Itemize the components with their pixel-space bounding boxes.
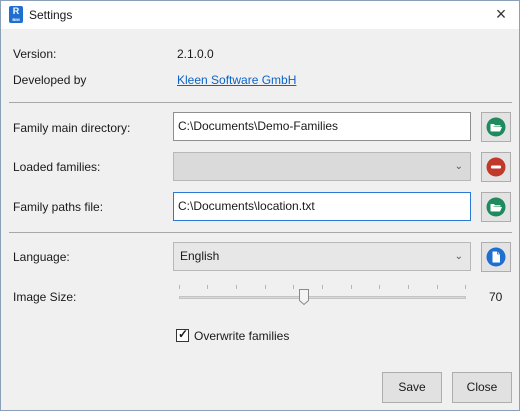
- document-icon: [486, 247, 506, 267]
- separator: [9, 232, 512, 233]
- slider-tick: [322, 285, 323, 289]
- title-bar: R BIM Settings ×: [1, 1, 519, 29]
- developer-link[interactable]: Kleen Software GmbH: [177, 73, 296, 87]
- slider-thumb[interactable]: [299, 289, 309, 305]
- slider-tick: [236, 285, 237, 289]
- image-size-label: Image Size:: [13, 290, 77, 304]
- language-value: English: [180, 249, 220, 263]
- app-icon-letter: R: [12, 6, 20, 16]
- loaded-families-label: Loaded families:: [13, 160, 101, 174]
- chevron-down-icon: ⌄: [454, 161, 463, 172]
- version-label: Version:: [13, 47, 57, 61]
- slider-tick: [379, 285, 380, 289]
- app-icon: R BIM: [9, 6, 23, 23]
- slider-tick: [207, 285, 208, 289]
- remove-family-button[interactable]: [481, 152, 511, 182]
- folder-open-icon: [486, 197, 506, 217]
- slider-tick: [179, 285, 180, 289]
- app-icon-sub: BIM: [12, 17, 20, 22]
- separator: [9, 102, 512, 103]
- close-icon[interactable]: ×: [492, 5, 510, 23]
- overwrite-families-label: Overwrite families: [194, 329, 290, 343]
- image-size-value: 70: [489, 290, 503, 304]
- save-button[interactable]: Save: [382, 372, 442, 403]
- paths-file-label: Family paths file:: [13, 200, 104, 214]
- language-label: Language:: [13, 250, 70, 264]
- slider-tick: [351, 285, 352, 289]
- main-directory-label: Family main directory:: [13, 121, 131, 135]
- language-file-button[interactable]: [481, 242, 511, 272]
- browse-main-directory-button[interactable]: [481, 112, 511, 142]
- language-select[interactable]: English ⌄: [173, 242, 471, 271]
- folder-open-icon: [486, 117, 506, 137]
- browse-paths-file-button[interactable]: [481, 192, 511, 222]
- close-button[interactable]: Close: [452, 372, 512, 403]
- overwrite-families-checkbox[interactable]: ✓: [176, 327, 189, 342]
- loaded-families-select[interactable]: ⌄: [173, 152, 471, 181]
- paths-file-input[interactable]: C:\Documents\location.txt: [173, 192, 471, 221]
- slider-tick: [265, 285, 266, 289]
- settings-window: R BIM Settings × Version: 2.1.0.0 Develo…: [0, 0, 520, 411]
- version-value: 2.1.0.0: [177, 47, 214, 61]
- slider-tick: [293, 285, 294, 289]
- main-directory-input[interactable]: C:\Documents\Demo-Families: [173, 112, 471, 141]
- developer-label: Developed by: [13, 73, 87, 87]
- chevron-down-icon: ⌄: [454, 251, 463, 262]
- slider-tick: [408, 285, 409, 289]
- slider-track: [179, 296, 466, 299]
- slider-tick: [437, 285, 438, 289]
- slider-tick: [465, 285, 466, 289]
- remove-icon: [486, 157, 506, 177]
- window-title: Settings: [29, 8, 73, 22]
- check-icon: ✓: [178, 327, 189, 341]
